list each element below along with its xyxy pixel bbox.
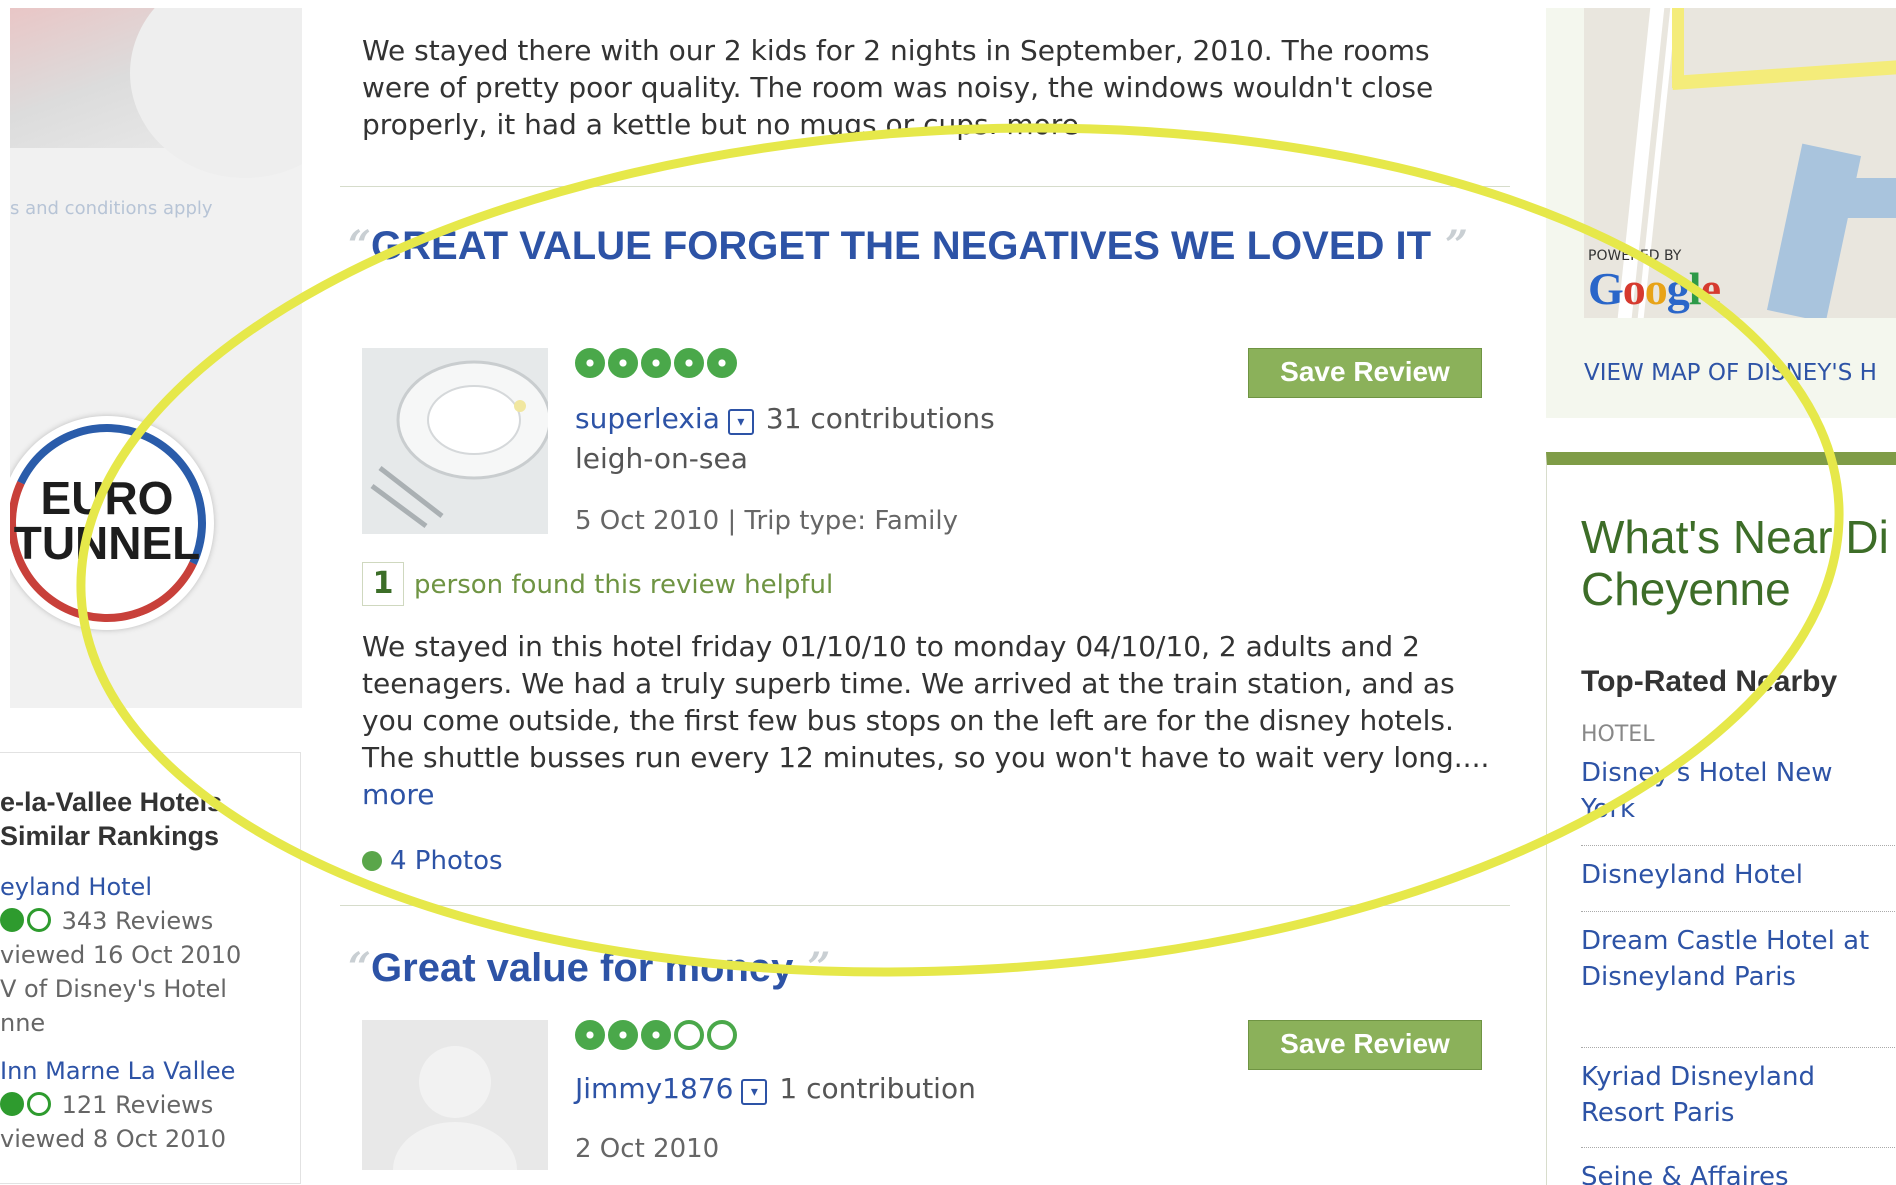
category-label: HOTEL <box>1581 722 1655 747</box>
logo-text-line2: TUNNEL <box>13 517 201 569</box>
similar-hotel-link[interactable]: eyland Hotel <box>0 873 152 901</box>
close-quote-icon: ” <box>1431 222 1468 269</box>
similar-hotels-box: e-la-Vallee Hotels Similar Rankings eylan… <box>0 752 301 1184</box>
nearby-hotel-link[interactable]: Disneyland Hotel <box>1581 857 1891 893</box>
rating-bubble-icon <box>27 908 51 932</box>
nearby-hotel-link[interactable]: Dream Castle Hotel at Disneyland Paris <box>1581 923 1891 995</box>
rating-bubble-icon <box>641 1020 671 1050</box>
save-review-button[interactable]: Save Review <box>1248 348 1482 398</box>
rating-bubble-icon <box>674 1020 704 1050</box>
similar-hotel-near2: nne <box>0 1009 46 1037</box>
left-ad-panel[interactable]: s and conditions apply EURO TUNNEL <box>10 8 302 708</box>
rating-bubble-icon <box>641 348 671 378</box>
save-review-button[interactable]: Save Review <box>1248 1020 1482 1070</box>
eurotunnel-logo[interactable]: EURO TUNNEL <box>10 416 214 630</box>
open-quote-icon: “ <box>348 944 372 991</box>
rating-bubble-icon <box>608 1020 638 1050</box>
previous-review-excerpt: We stayed there with our 2 kids for 2 ni… <box>362 34 1434 141</box>
review-date-trip: 2 Oct 2010 <box>575 1134 720 1164</box>
rating-bubble-icon <box>674 348 704 378</box>
similar-hotel-near: V of Disney's Hotel <box>0 975 227 1003</box>
dotted-divider <box>1581 845 1896 846</box>
google-logo: Google <box>1588 263 1721 314</box>
close-quote-icon: ” <box>793 944 831 991</box>
dropdown-icon[interactable]: ▾ <box>741 1079 768 1105</box>
rating-bubble-icon <box>707 1020 737 1050</box>
dropdown-icon[interactable]: ▾ <box>727 409 754 435</box>
reviewer-username[interactable]: Jimmy1876 <box>575 1072 733 1105</box>
similar-hotel-reviewed: viewed 8 Oct 2010 <box>0 1125 226 1153</box>
review-photos-link[interactable]: 4 Photos <box>362 846 503 876</box>
rating-bubble-icon <box>608 348 638 378</box>
more-link[interactable]: more <box>362 778 435 811</box>
terms-text: s and conditions apply <box>10 198 213 219</box>
view-map-link[interactable]: VIEW MAP OF DISNEY'S H <box>1584 360 1877 386</box>
reviewer-info: superlexia ▾ 31 contributions <box>575 402 995 435</box>
similar-hotel-link[interactable]: Inn Marne La Vallee <box>0 1057 235 1085</box>
reviewer-avatar[interactable] <box>362 1020 548 1170</box>
dotted-divider <box>1581 911 1896 912</box>
bubble-rating <box>575 1020 740 1054</box>
reviewer-avatar[interactable] <box>362 348 548 534</box>
top-rated-heading: Top-Rated Nearby <box>1581 665 1838 698</box>
nearby-hotel-link[interactable]: Kyriad Disneyland Resort Paris <box>1581 1059 1891 1131</box>
nearby-hotel-link[interactable]: Seine & Affaires <box>1581 1159 1891 1185</box>
similar-hotel-reviews: 121 Reviews <box>0 1091 213 1119</box>
reviewer-contributions: 31 contributions <box>765 402 995 435</box>
reviewer-location: leigh-on-sea <box>575 442 748 475</box>
rating-bubble-icon <box>707 348 737 378</box>
review-body: We stayed in this hotel friday 01/10/10 … <box>362 630 1490 811</box>
similar-hotel-reviews: 343 Reviews <box>0 907 213 935</box>
ad-graphic <box>10 8 302 178</box>
open-quote-icon: “ <box>348 222 372 269</box>
camera-icon <box>362 851 382 871</box>
whats-near-title: What's Near Di Cheyenne <box>1581 511 1889 615</box>
rating-bubble-icon <box>0 1092 24 1116</box>
dotted-divider <box>1581 1147 1896 1148</box>
review-divider <box>340 186 1510 187</box>
helpful-count: 1 person found this review helpful <box>362 562 833 606</box>
helpful-text: person found this review helpful <box>414 570 834 600</box>
rating-bubble-icon <box>27 1092 51 1116</box>
review-divider <box>340 905 1510 906</box>
map-widget[interactable]: POWERED BY Google VIEW MAP OF DISNEY'S H <box>1546 8 1896 418</box>
dotted-divider <box>1581 1047 1896 1048</box>
nearby-hotel-link[interactable]: Disney's Hotel New York <box>1581 755 1891 827</box>
reviewer-contributions: 1 contribution <box>779 1072 976 1105</box>
review-title[interactable]: “GREAT VALUE FORGET THE NEGATIVES WE LOV… <box>348 222 1498 270</box>
bubble-rating <box>575 348 740 382</box>
helpful-number: 1 <box>362 562 404 606</box>
similar-hotel-reviewed: viewed 16 Oct 2010 <box>0 941 242 969</box>
rating-bubble-icon <box>0 908 24 932</box>
reviewer-info: Jimmy1876 ▾ 1 contribution <box>575 1072 976 1105</box>
review-title[interactable]: “Great value for money ” <box>348 944 1498 992</box>
reviews-column: We stayed there with our 2 kids for 2 ni… <box>340 0 1510 1170</box>
rating-bubble-icon <box>575 1020 605 1050</box>
rating-bubble-icon <box>575 348 605 378</box>
review-date-trip: 5 Oct 2010 | Trip type: Family <box>575 506 958 536</box>
similar-hotels-title: e-la-Vallee Hotels Similar Rankings <box>0 787 223 851</box>
whats-near-box: What's Near Di Cheyenne Top-Rated Nearby … <box>1546 452 1896 1185</box>
reviewer-username[interactable]: superlexia <box>575 402 720 435</box>
